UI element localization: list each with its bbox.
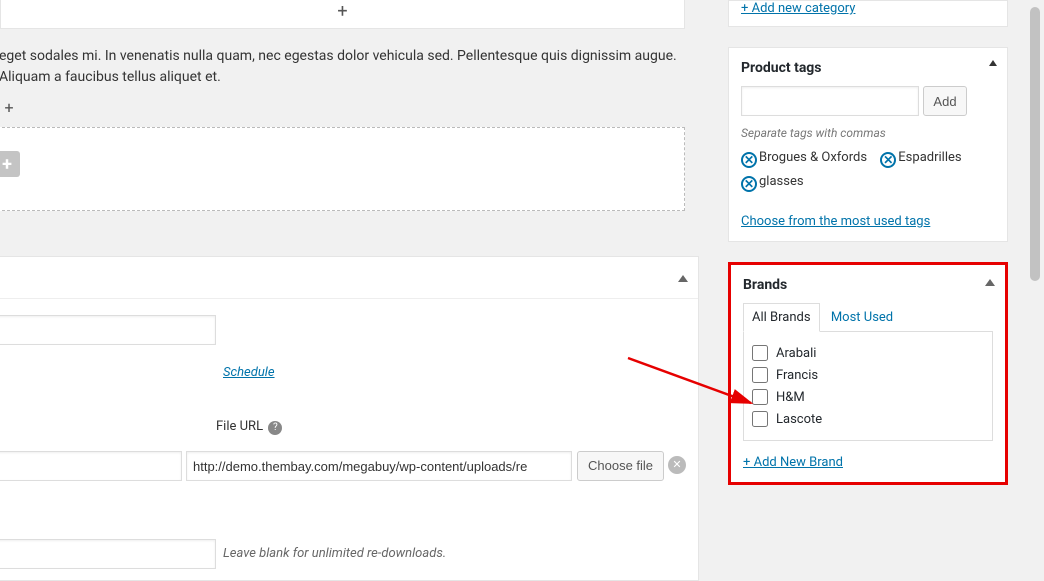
choose-file-button[interactable]: Choose file bbox=[577, 451, 664, 481]
collapse-icon[interactable] bbox=[989, 60, 997, 66]
scrollbar-thumb[interactable] bbox=[1030, 7, 1040, 281]
collapse-icon[interactable] bbox=[985, 279, 995, 286]
remove-tag-icon[interactable]: ✕ bbox=[741, 176, 757, 192]
file-url-input[interactable] bbox=[186, 451, 572, 481]
vertical-scrollbar[interactable] bbox=[1028, 7, 1042, 567]
brand-checkbox[interactable] bbox=[752, 389, 768, 405]
brand-item[interactable]: H&M bbox=[752, 386, 984, 408]
help-icon[interactable]: ? bbox=[268, 421, 282, 435]
brand-checkbox[interactable] bbox=[752, 345, 768, 361]
tag-item: ✕Espadrilles bbox=[880, 150, 961, 168]
product-tags-title: Product tags bbox=[741, 60, 995, 76]
editor-content-text[interactable]: eget sodales mi. In venenatis nulla quam… bbox=[0, 42, 685, 92]
remove-tag-icon[interactable]: ✕ bbox=[880, 152, 896, 168]
brand-item[interactable]: Francis bbox=[752, 364, 984, 386]
schedule-link[interactable]: Schedule bbox=[223, 365, 275, 380]
add-element-button[interactable]: + bbox=[0, 151, 20, 177]
panel-header[interactable] bbox=[0, 257, 698, 299]
tag-note: Separate tags with commas bbox=[741, 126, 995, 140]
price-input[interactable] bbox=[0, 315, 216, 345]
product-data-panel: Schedule File URL ? Choose file ✕ Leave … bbox=[0, 256, 699, 581]
download-limit-input[interactable] bbox=[0, 539, 216, 569]
add-block-inline-button[interactable]: + bbox=[0, 95, 21, 119]
tag-item: ✕glasses bbox=[741, 174, 804, 192]
add-tag-button[interactable]: Add bbox=[923, 86, 967, 116]
add-new-category-link[interactable]: + Add new category bbox=[741, 1, 855, 16]
brand-checkbox[interactable] bbox=[752, 411, 768, 427]
categories-box: + Add new category bbox=[728, 0, 1008, 27]
tab-all-brands[interactable]: All Brands bbox=[743, 303, 820, 332]
plus-icon: + bbox=[337, 1, 347, 22]
choose-tags-link[interactable]: Choose from the most used tags bbox=[741, 214, 930, 229]
product-tags-box: Product tags Add Separate tags with comm… bbox=[728, 47, 1008, 242]
brands-title: Brands bbox=[743, 277, 993, 293]
remove-tag-icon[interactable]: ✕ bbox=[741, 152, 757, 168]
brand-checkbox[interactable] bbox=[752, 367, 768, 383]
collapse-icon bbox=[678, 275, 688, 282]
brand-item[interactable]: Arabali bbox=[752, 342, 984, 364]
tag-input[interactable] bbox=[741, 86, 919, 116]
tab-most-used[interactable]: Most Used bbox=[823, 304, 901, 331]
brand-item[interactable]: Lascote bbox=[752, 408, 984, 430]
brands-box: Brands All Brands Most Used Arabali Fran… bbox=[728, 262, 1008, 485]
tag-item: ✕Brogues & Oxfords bbox=[741, 150, 867, 168]
add-new-brand-link[interactable]: + Add New Brand bbox=[743, 455, 843, 470]
download-limit-note: Leave blank for unlimited re-downloads. bbox=[223, 546, 446, 561]
block-placeholder[interactable]: + bbox=[0, 127, 685, 211]
add-block-button[interactable]: + bbox=[0, 0, 685, 29]
file-name-input[interactable] bbox=[0, 451, 182, 481]
file-url-label: File URL ? bbox=[216, 419, 282, 435]
brand-list: Arabali Francis H&M Lascote bbox=[743, 331, 993, 441]
remove-file-icon[interactable]: ✕ bbox=[668, 456, 686, 474]
